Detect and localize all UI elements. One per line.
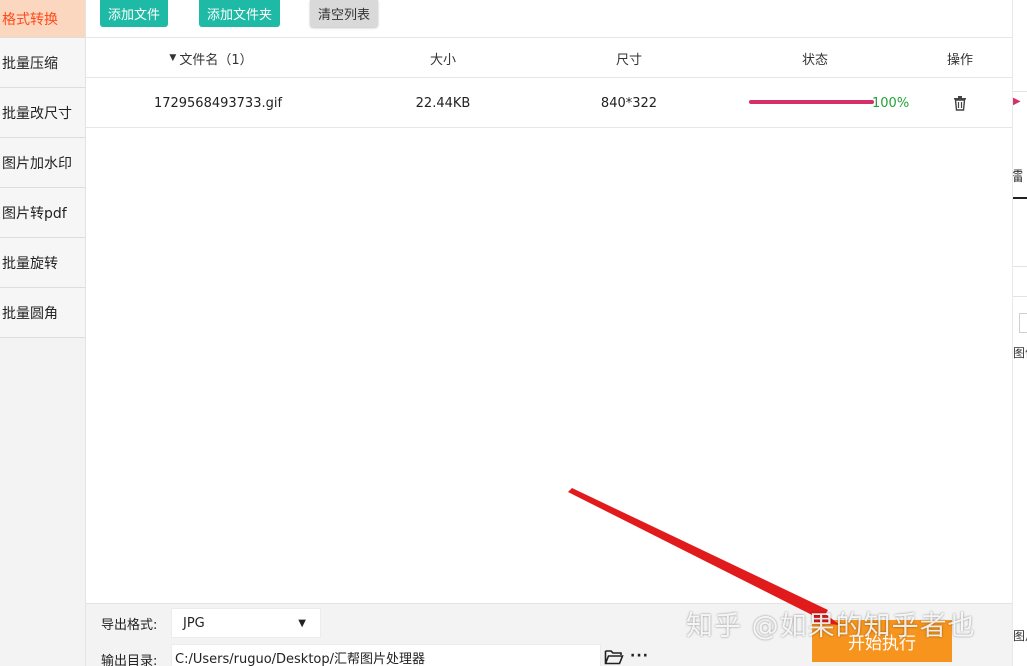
cell-size: 22.44KB [415,95,471,111]
format-select[interactable]: JPG ▼ [171,608,321,638]
sidebar: 格式转换 批量压缩 批量改尺寸 图片加水印 图片转pdf 批量旋转 批量圆角 [0,0,86,666]
progress-bar [749,100,874,104]
sidebar-item-batch-compress[interactable]: 批量压缩 [0,38,85,88]
table-header: ▼ 文件名（1） 大小 尺寸 状态 操作 [86,38,1012,78]
dropdown-arrow-icon: ▼ [298,618,306,629]
column-label: 文件名（1） [179,52,253,68]
sidebar-item-label: 图片转pdf [2,205,67,222]
sidebar-item-batch-rotate[interactable]: 批量旋转 [0,238,85,288]
watermark-text: 知乎 @如果的知乎者也 [686,611,976,642]
right-tab-label[interactable]: 擂 [1013,166,1023,186]
right-panel-top: ▶ [1013,0,1027,107]
column-label: 尺寸 [615,52,642,68]
trash-icon [954,95,966,111]
cell-filename: 1729568493733.gif [153,95,283,111]
progress-fill [749,100,874,104]
right-panel-label: 图像 [1013,346,1027,360]
sidebar-item-batch-resize[interactable]: 批量改尺寸 [0,88,85,138]
sidebar-item-label: 批量圆角 [2,305,58,322]
clear-list-button[interactable]: 清空列表 [310,0,378,27]
output-dir-label: 输出目录: [101,654,158,666]
sidebar-item-label: 格式转换 [2,11,58,28]
sidebar-item-label: 批量旋转 [2,255,58,272]
add-file-button[interactable]: 添加文件 [100,0,168,27]
sidebar-item-label: 图片加水印 [2,155,72,172]
format-value: JPG [183,615,205,631]
cell-dimensions: 840*322 [600,95,658,111]
column-status: 状态 [775,38,855,78]
column-label: 操作 [946,52,973,68]
toolbar: 添加文件 添加文件夹 清空列表 [86,0,1012,38]
status-percent: 100% [872,95,910,111]
main-panel: 添加文件 添加文件夹 清空列表 ▼ 文件名（1） 大小 尺寸 状态 操作 172… [86,0,1012,666]
format-label: 导出格式: [101,618,158,633]
sidebar-item-batch-round-corner[interactable]: 批量圆角 [0,288,85,338]
column-label: 状态 [801,52,828,68]
folder-icon[interactable] [604,648,624,666]
delete-icon[interactable] [950,78,970,128]
right-panel-section [1013,267,1027,297]
output-dir-value: C:/Users/ruguo/Desktop/汇帮图片处理器 [175,651,426,666]
sidebar-item-format-convert[interactable]: 格式转换 [0,0,85,38]
sort-caret-icon: ▼ [169,53,177,63]
right-panel-checkbox[interactable] [1019,313,1027,333]
sidebar-item-image-to-pdf[interactable]: 图片转pdf [0,188,85,238]
arrow-right-icon[interactable]: ▶ [1013,96,1021,107]
output-dir-field[interactable]: C:/Users/ruguo/Desktop/汇帮图片处理器 [171,644,601,666]
column-dimensions: 尺寸 [589,38,669,78]
sidebar-item-label: 批量压缩 [2,55,58,72]
column-actions: 操作 [920,38,1000,78]
add-folder-button[interactable]: 添加文件夹 [199,0,280,27]
more-options-icon[interactable]: ··· [630,648,649,664]
right-panel-section [1013,199,1027,267]
right-panel: ▶ 擂 图像 图片 [1012,0,1027,666]
sidebar-item-watermark[interactable]: 图片加水印 [0,138,85,188]
right-panel-label: 图片 [1013,629,1027,643]
column-filename[interactable]: ▼ 文件名（1） [146,38,276,78]
sidebar-item-label: 批量改尺寸 [2,105,72,122]
column-label: 大小 [429,52,456,68]
table-row[interactable]: 1729568493733.gif 22.44KB 840*322 100% [86,78,1012,128]
column-size: 大小 [403,38,483,78]
